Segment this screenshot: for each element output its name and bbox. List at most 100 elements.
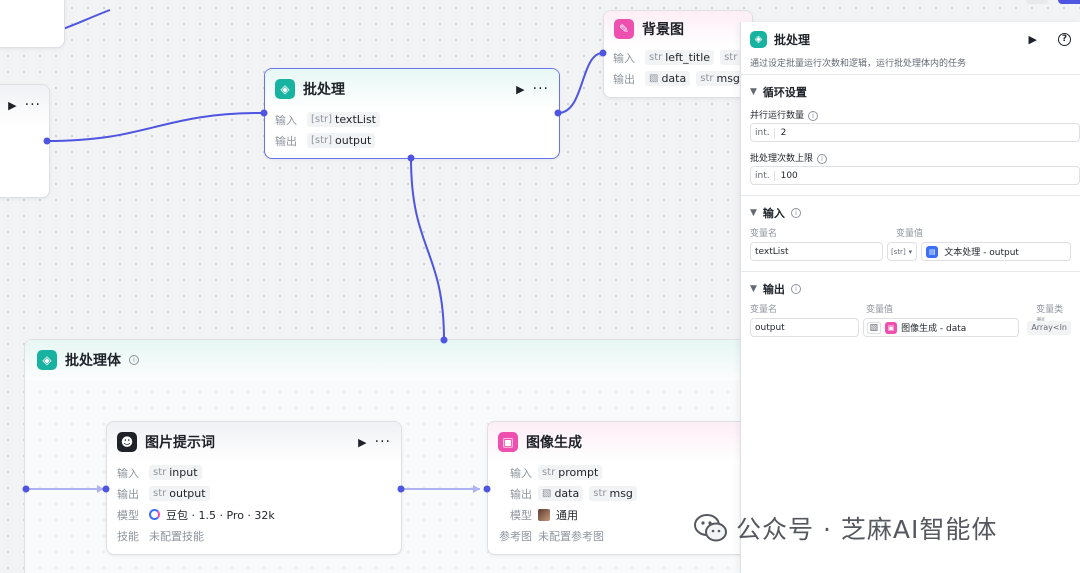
output-tag: [str] output bbox=[307, 133, 376, 148]
section-header[interactable]: ▼ 输出 i bbox=[750, 278, 1071, 300]
output-var-name-field[interactable]: output bbox=[750, 318, 859, 337]
partial-node-left[interactable]: ▶ ··· bbox=[0, 84, 50, 198]
chevron-down-icon: ▾ bbox=[908, 247, 913, 256]
skill-value: 未配置技能 bbox=[149, 529, 204, 543]
background-node[interactable]: ✎ 背景图 输入 strleft_title strrigh 输出 ▧data … bbox=[603, 10, 753, 98]
play-icon[interactable]: ▶ bbox=[1029, 33, 1037, 46]
more-icon[interactable]: ··· bbox=[375, 434, 391, 450]
input-tag: str prompt bbox=[538, 465, 603, 480]
input-tag: str left_title bbox=[645, 50, 715, 65]
model-label: 模型 bbox=[117, 508, 139, 522]
reference-label: 参考图 bbox=[499, 529, 532, 543]
info-icon[interactable]: i bbox=[129, 355, 139, 365]
column-header: 变量名 bbox=[750, 305, 778, 315]
toolbar-button[interactable] bbox=[1026, 0, 1048, 4]
chevron-down-icon[interactable]: ▼ bbox=[750, 284, 757, 294]
column-header: 变量名 bbox=[750, 229, 778, 239]
output-type-badge: Array<In bbox=[1027, 320, 1071, 335]
more-icon[interactable]: ··· bbox=[533, 81, 549, 97]
array-type-icon: [str] bbox=[311, 135, 333, 146]
input-section: ▼ 输入 i 变量名 变量值 textList [str] ▾ ▤ 文本处理 - ou… bbox=[741, 195, 1080, 271]
edge-batch-to-background bbox=[557, 52, 604, 114]
output-var-value-field[interactable]: ▧ ▣ 图像生成 - data bbox=[862, 318, 1020, 337]
image-prompt-node[interactable]: ☻ 图片提示词 ▶ ··· 输入 str input 输出 str output 模… bbox=[106, 421, 402, 555]
output-tag: str output bbox=[149, 486, 210, 501]
input-label: 输入 bbox=[613, 51, 635, 65]
output-port[interactable] bbox=[43, 137, 51, 145]
input-var-name-field[interactable]: textList bbox=[750, 242, 883, 261]
skill-label: 技能 bbox=[117, 529, 139, 543]
input-var-value-field[interactable]: ▤ 文本处理 - output bbox=[921, 242, 1071, 261]
input-label: 输入 bbox=[510, 466, 532, 480]
section-header[interactable]: ▼ 输入 i bbox=[750, 202, 1071, 224]
node-title: 背景图 bbox=[642, 22, 684, 38]
input-label: 输入 bbox=[275, 113, 297, 127]
output-section: ▼ 输出i 变量名 变量值 变量类型 output ▧▣图像生成 - data … bbox=[741, 271, 1080, 343]
field-label: 批处理次数上限 i bbox=[750, 146, 1071, 164]
layers-icon: ◈ bbox=[275, 79, 295, 99]
play-icon[interactable]: ▶ bbox=[8, 99, 16, 112]
panel-description: 通过设定批量运行次数和逻辑，运行批处理体内的任务 bbox=[750, 59, 967, 69]
max-batch-input[interactable]: int. 100 bbox=[750, 166, 1080, 185]
body-port[interactable] bbox=[407, 154, 415, 162]
help-icon[interactable]: ? bbox=[1058, 32, 1071, 46]
parallel-count-input[interactable]: int. 2 bbox=[750, 123, 1080, 142]
wechat-icon bbox=[694, 514, 727, 542]
output-label: 输出 bbox=[275, 134, 297, 148]
input-tag: str input bbox=[149, 465, 202, 480]
output-port[interactable] bbox=[397, 485, 405, 493]
reference-value: 未配置参考图 bbox=[538, 529, 604, 543]
info-icon[interactable]: i bbox=[790, 284, 801, 294]
node-title: 批处理 bbox=[303, 82, 345, 98]
image-edit-icon: ✎ bbox=[614, 19, 634, 39]
info-icon[interactable]: i bbox=[790, 208, 801, 218]
partial-node-top[interactable] bbox=[0, 0, 65, 48]
model-value: 豆包 · 1.5 · Pro · 32k bbox=[166, 508, 275, 522]
info-icon[interactable]: i bbox=[817, 154, 828, 164]
layers-icon: ◈ bbox=[37, 350, 57, 370]
output-tag: ▧ data bbox=[538, 486, 584, 501]
play-icon[interactable]: ▶ bbox=[358, 436, 366, 449]
toolbar-button[interactable] bbox=[1058, 0, 1080, 4]
field-label: 并行运行数量 i bbox=[750, 103, 1071, 121]
node-title: 图像生成 bbox=[526, 435, 582, 451]
output-tag: ▧ data bbox=[645, 71, 691, 86]
chevron-down-icon[interactable]: ▼ bbox=[750, 87, 757, 97]
chevron-down-icon[interactable]: ▼ bbox=[750, 208, 757, 218]
image-icon: ▣ bbox=[885, 321, 898, 334]
column-header: 变量值 bbox=[896, 229, 924, 239]
output-tag: str msg bbox=[696, 71, 744, 86]
batch-node[interactable]: ◈ 批处理 ▶ ··· 输入 [str] textList 输出 [str] out… bbox=[264, 68, 560, 159]
input-port[interactable] bbox=[483, 485, 491, 493]
edge-left-to-batch bbox=[46, 112, 263, 142]
output-tag: str msg bbox=[589, 486, 637, 501]
input-port[interactable] bbox=[599, 49, 607, 57]
column-header: 变量类型 bbox=[1036, 305, 1064, 328]
output-port[interactable] bbox=[554, 109, 562, 117]
node-title: 图片提示词 bbox=[145, 435, 215, 451]
batch-settings-panel: ◈ 批处理 ▶ ? 通过设定批量运行次数和逻辑，运行批处理体内的任务 ▼ 循环设… bbox=[740, 22, 1080, 573]
bot-icon: ☻ bbox=[117, 432, 137, 452]
input-port[interactable] bbox=[440, 336, 448, 344]
info-icon[interactable]: i bbox=[808, 111, 819, 121]
loop-settings-section: ▼ 循环设置 并行运行数量 i int. 2 批处理次数上限 i int. 100 bbox=[741, 74, 1080, 195]
input-tag: [str] textList bbox=[307, 112, 380, 127]
input-label: 输入 bbox=[117, 466, 139, 480]
more-icon[interactable]: ··· bbox=[25, 97, 41, 113]
input-port[interactable] bbox=[260, 109, 268, 117]
panel-title: 批处理 bbox=[774, 32, 811, 47]
layers-icon: ◈ bbox=[750, 30, 767, 48]
output-label: 输出 bbox=[613, 72, 635, 86]
play-icon[interactable]: ▶ bbox=[516, 83, 524, 96]
watermark: 公众号 · 芝麻AI智能体 bbox=[694, 510, 997, 546]
model-label: 模型 bbox=[510, 508, 532, 522]
node-title: 批处理体 bbox=[65, 353, 121, 369]
image-type-icon: ▧ bbox=[542, 488, 552, 499]
input-port[interactable] bbox=[102, 485, 110, 493]
doubao-icon bbox=[149, 509, 160, 520]
section-header[interactable]: ▼ 循环设置 bbox=[750, 81, 1071, 103]
inner-port[interactable] bbox=[22, 485, 30, 493]
column-header: 变量值 bbox=[866, 305, 894, 315]
edge-batch-to-body bbox=[410, 157, 445, 341]
input-type-select[interactable]: [str] ▾ bbox=[886, 242, 918, 261]
